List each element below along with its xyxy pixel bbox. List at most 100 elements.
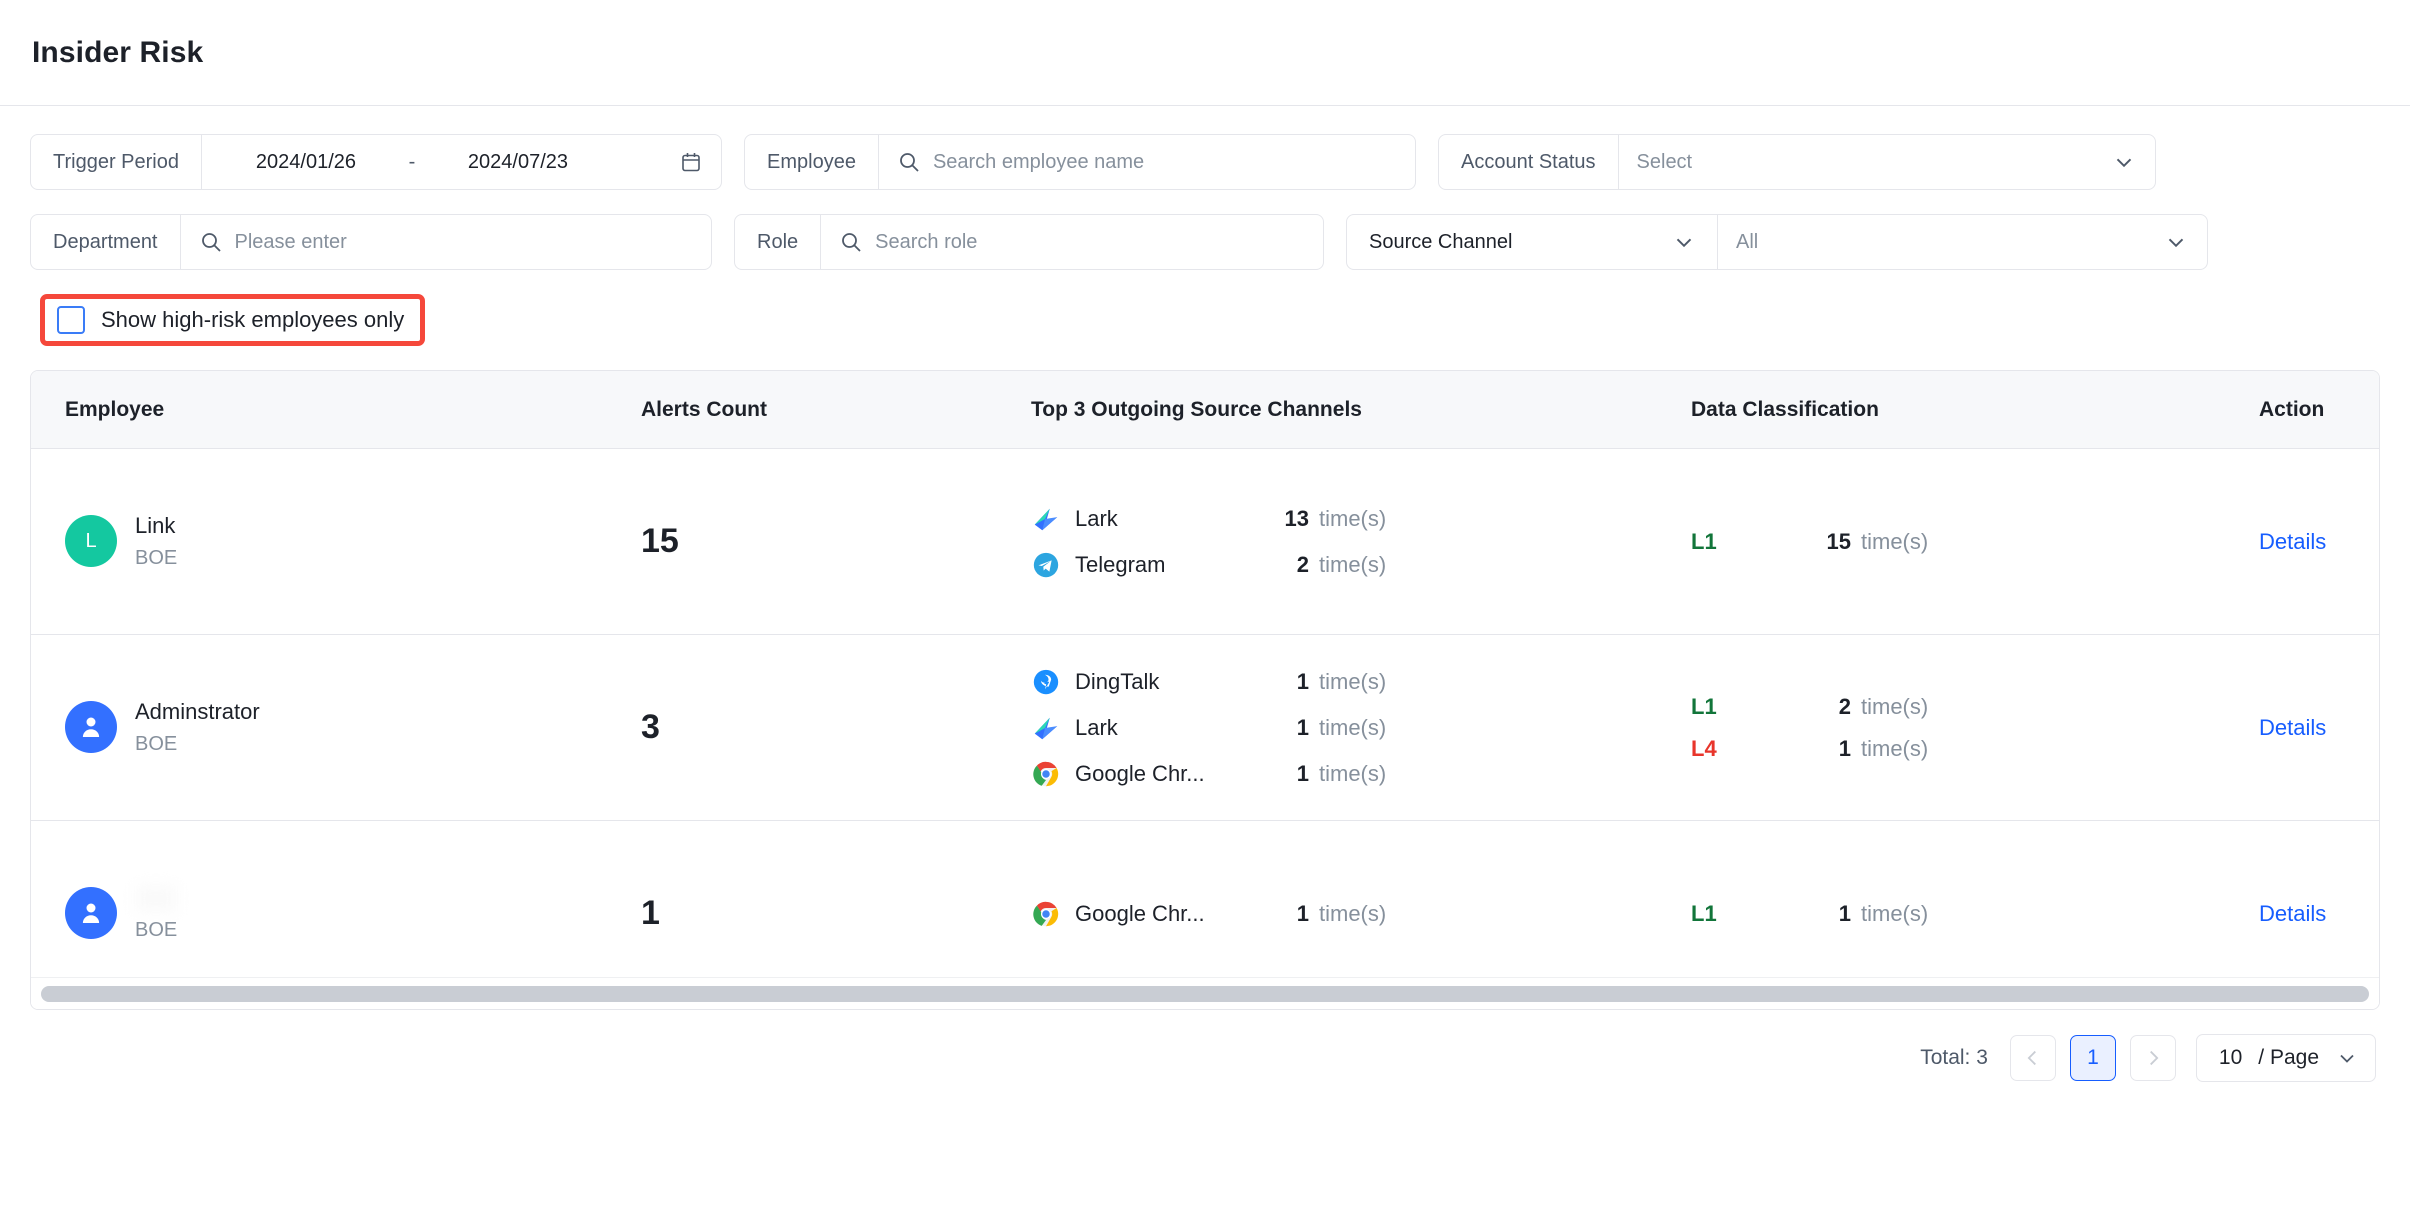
details-link[interactable]: Details: [2259, 715, 2326, 740]
high-risk-filter-highlight: Show high-risk employees only: [40, 294, 426, 346]
employee-name: Link: [135, 513, 176, 539]
channel-item: Google Chr... 1 time(s): [1031, 899, 1691, 929]
trigger-period-separator: -: [408, 150, 416, 173]
channel-name: Google Chr...: [1075, 760, 1205, 786]
department-filter[interactable]: Department Please enter: [30, 214, 712, 270]
page-title: Insider Risk: [32, 35, 204, 69]
role-label: Role: [735, 215, 822, 269]
filter-row-1: Trigger Period 2024/01/26 - 2024/07/23 E…: [30, 134, 2380, 190]
classification-level: L1: [1691, 528, 1717, 554]
horizontal-scrollbar[interactable]: [31, 977, 2379, 1009]
channel-name: Google Chr...: [1075, 900, 1205, 926]
show-high-risk-label[interactable]: Show high-risk employees only: [101, 307, 404, 333]
telegram-icon: [1031, 550, 1061, 580]
column-header-employee: Employee: [65, 397, 165, 421]
channel-name: Lark: [1075, 505, 1118, 531]
channel-count: 1: [1296, 900, 1309, 926]
trigger-period-end[interactable]: 2024/07/23: [432, 151, 604, 174]
classification-count: 2: [1838, 693, 1851, 719]
column-header-source-channels: Top 3 Outgoing Source Channels: [1031, 397, 1362, 421]
chevron-down-icon[interactable]: [2111, 149, 2137, 175]
details-link[interactable]: Details: [2259, 529, 2326, 554]
channel-count: 13: [1284, 505, 1309, 531]
employee-field[interactable]: Search employee name: [879, 135, 1415, 189]
employee-department: BOE: [135, 918, 178, 941]
cell-data-classification: L1 1 time(s): [1691, 901, 2251, 927]
calendar-icon[interactable]: [679, 150, 703, 174]
source-channel-value-field[interactable]: All: [1717, 215, 2207, 269]
channel-unit: time(s): [1319, 714, 1387, 740]
pagination: Total: 3 1 10 / Page: [0, 1034, 2376, 1082]
department-label: Department: [31, 215, 181, 269]
channel-item: Lark 1 time(s): [1031, 713, 1691, 743]
table-row[interactable]: Adminstrator BOE 3 DingTalk 1 time(s) La…: [31, 635, 2379, 821]
department-field[interactable]: Please enter: [181, 215, 712, 269]
page-number-1[interactable]: 1: [2069, 1035, 2116, 1081]
cell-action: Details: [2251, 526, 2379, 558]
cell-employee: BOE: [31, 885, 641, 941]
classification-unit: time(s): [1861, 693, 1929, 719]
channel-count: 1: [1296, 760, 1309, 786]
cell-data-classification: L1 2 time(s) L4 1 time(s): [1691, 694, 2251, 762]
chevron-down-icon[interactable]: [2335, 1046, 2359, 1070]
trigger-period-start[interactable]: 2024/01/26: [220, 151, 392, 174]
account-status-label: Account Status: [1439, 135, 1619, 189]
scrollbar-thumb[interactable]: [41, 985, 2369, 1002]
channel-unit: time(s): [1319, 760, 1387, 786]
employee-name: [135, 885, 178, 912]
channel-unit: time(s): [1319, 551, 1387, 577]
table-row[interactable]: L Link BOE 15 Lark 13 time(s) Telegram 2…: [31, 449, 2379, 635]
page-size-selector[interactable]: 10 / Page: [2195, 1034, 2376, 1082]
employee-input[interactable]: Search employee name: [933, 151, 1144, 174]
classification-unit: time(s): [1861, 735, 1929, 761]
employee-label: Employee: [745, 135, 879, 189]
column-header-action: Action: [2259, 397, 2325, 421]
next-page-button[interactable]: [2129, 1035, 2176, 1081]
account-status-filter[interactable]: Account Status Select: [1438, 134, 2156, 190]
prev-page-button[interactable]: [2009, 1035, 2056, 1081]
lark-icon: [1031, 504, 1061, 534]
show-high-risk-checkbox[interactable]: [57, 306, 85, 334]
employee-department: BOE: [135, 546, 178, 569]
details-link[interactable]: Details: [2259, 901, 2326, 926]
classification-count: 1: [1838, 735, 1851, 761]
chevron-down-icon[interactable]: [1671, 229, 1697, 255]
avatar: [65, 701, 117, 754]
account-status-field[interactable]: Select: [1619, 135, 2155, 189]
channel-item: Google Chr... 1 time(s): [1031, 759, 1691, 789]
classification-item: L1 1 time(s): [1691, 901, 2251, 927]
employee-filter[interactable]: Employee Search employee name: [744, 134, 1416, 190]
chrome-icon: [1031, 759, 1061, 789]
channel-name: Telegram: [1075, 551, 1166, 577]
source-channel-selector[interactable]: Source Channel: [1347, 215, 1717, 269]
cell-source-channels: Google Chr... 1 time(s): [1031, 899, 1691, 929]
role-field[interactable]: Search role: [821, 215, 1323, 269]
role-filter[interactable]: Role Search role: [734, 214, 1324, 270]
classification-level: L1: [1691, 693, 1717, 719]
column-header-data-classification: Data Classification: [1691, 397, 1879, 421]
source-channel-value[interactable]: All: [1736, 231, 1758, 254]
cell-action: Details: [2251, 898, 2379, 930]
account-status-value[interactable]: Select: [1637, 151, 1693, 174]
role-input[interactable]: Search role: [875, 231, 977, 254]
channel-count: 1: [1296, 714, 1309, 740]
alerts-count-value: 3: [641, 708, 660, 746]
trigger-period-filter[interactable]: Trigger Period 2024/01/26 - 2024/07/23: [30, 134, 722, 190]
employee-name: Adminstrator: [135, 699, 260, 725]
department-input[interactable]: Please enter: [235, 231, 347, 254]
column-header-alerts-count: Alerts Count: [641, 397, 767, 421]
page-size-unit: / Page: [2258, 1046, 2319, 1069]
avatar-initial: L: [85, 529, 97, 552]
channel-unit: time(s): [1319, 668, 1387, 694]
classification-unit: time(s): [1861, 900, 1929, 926]
source-channel-filter[interactable]: Source Channel All: [1346, 214, 2208, 270]
filter-row-2: Department Please enter Role Search role…: [30, 214, 2380, 270]
channel-item: Lark 13 time(s): [1031, 504, 1691, 534]
source-channel-label: Source Channel: [1369, 230, 1513, 253]
channel-unit: time(s): [1319, 900, 1387, 926]
insider-risk-table: Employee Alerts Count Top 3 Outgoing Sou…: [30, 370, 2380, 1010]
alerts-count-value: 15: [641, 522, 679, 560]
channel-name: DingTalk: [1075, 668, 1160, 694]
chevron-down-icon[interactable]: [2163, 229, 2189, 255]
trigger-period-field[interactable]: 2024/01/26 - 2024/07/23: [202, 135, 721, 189]
